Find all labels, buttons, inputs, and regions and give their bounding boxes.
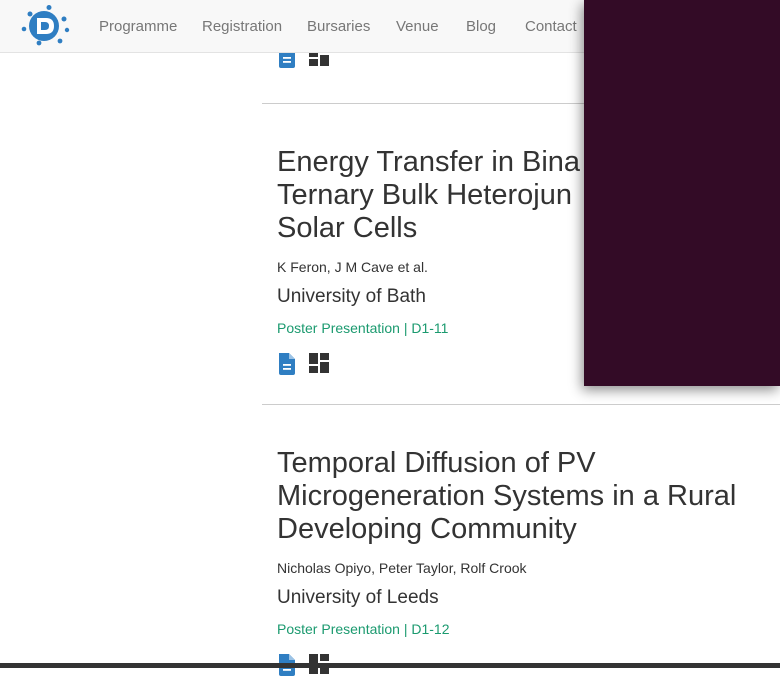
document-icon[interactable] (277, 353, 297, 380)
article-affiliation: University of Leeds (277, 587, 439, 608)
title-line: Temporal Diffusion of PV (277, 447, 596, 479)
article-card: Temporal Diffusion of PV Microgeneration… (277, 447, 777, 676)
article-authors: Nicholas Opiyo, Peter Taylor, Rolf Crook (277, 560, 527, 576)
title-line: Solar Cells (277, 212, 418, 244)
nav-contact[interactable]: Contact (525, 18, 577, 35)
nav-venue[interactable]: Venue (396, 18, 439, 35)
divider (262, 404, 780, 405)
sun-logo-icon[interactable] (16, 4, 72, 48)
poster-grid-icon[interactable] (309, 353, 330, 378)
title-line: Microgeneration Systems in a Rural (277, 480, 737, 512)
article-title[interactable]: Temporal Diffusion of PV Microgeneration… (277, 447, 777, 546)
nav-registration[interactable]: Registration (202, 18, 282, 35)
nav-bursaries[interactable]: Bursaries (307, 18, 370, 35)
bottom-edge-bar (0, 663, 780, 668)
overlay-panel[interactable] (584, 0, 780, 386)
nav-blog[interactable]: Blog (466, 18, 496, 35)
nav-programme[interactable]: Programme (99, 18, 177, 35)
title-line: Energy Transfer in Bina (277, 146, 581, 178)
title-line: Ternary Bulk Heterojun (277, 179, 572, 211)
title-line: Developing Community (277, 513, 577, 545)
presentation-link[interactable]: Poster Presentation | D1-12 (277, 621, 777, 637)
